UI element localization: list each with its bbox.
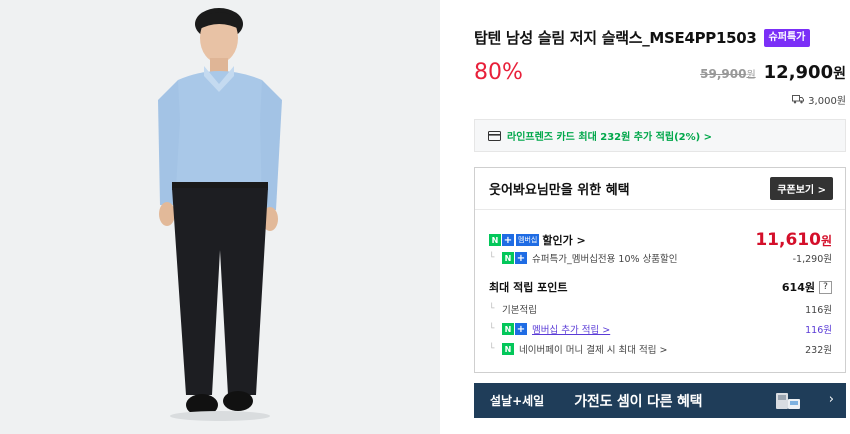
benefit-header: 웃어봐요님만을 위한 혜택 쿠폰보기 > <box>475 168 845 210</box>
banner-main-text: 가전도 셈이 다른 혜택 <box>574 393 703 410</box>
banner-arrow-icon: › <box>828 392 834 407</box>
card-promo-text: 라인프렌즈 카드 최대 232원 추가 적립(2%) > <box>507 132 713 143</box>
tree-branch-icon: └ <box>489 344 495 354</box>
tree-branch-icon: └ <box>489 324 495 334</box>
naverpay-points-row[interactable]: └ N 네이버페이 머니 결제 시 최대 적립 > 232원 <box>489 342 832 356</box>
membership-discount-label: 할인가 > <box>542 234 586 247</box>
membership-points-value: 116원 <box>805 325 832 336</box>
credit-card-icon <box>488 130 501 141</box>
naverpay-icon: N <box>502 343 514 355</box>
max-points-label: 최대 적립 포인트 <box>489 281 568 294</box>
truck-icon <box>792 95 805 104</box>
view-coupons-button[interactable]: 쿠폰보기 > <box>770 177 833 200</box>
original-price: 59,900원 <box>700 67 756 81</box>
membership-points-link[interactable]: 멤버십 추가 적립 > <box>532 322 610 336</box>
tree-branch-icon: └ <box>489 304 495 314</box>
naver-plus-icon: N + <box>489 234 516 246</box>
super-deal-badge: 슈퍼특가 <box>763 28 811 47</box>
shipping-fee: 3,000원 <box>792 92 846 107</box>
shipping-fee-value: 3,000원 <box>808 96 846 107</box>
sale-price: 12,900원 <box>763 62 846 83</box>
naver-plus-icon: N + <box>502 252 529 264</box>
product-model-illustration <box>0 0 440 434</box>
appliance-icon <box>774 391 802 415</box>
product-detail-panel: 탑텐 남성 슬림 저지 슬랙스_MSE4PP1503 슈퍼특가 80% 59,9… <box>474 0 846 434</box>
member-benefit-box: 웃어봐요님만을 위한 혜택 쿠폰보기 > N + 멤버십 할인가 > 11,610… <box>474 167 846 373</box>
price-row: 59,900원 12,900원 <box>700 62 846 83</box>
card-promo-banner[interactable]: 라인프렌즈 카드 최대 232원 추가 적립(2%) > <box>474 119 846 152</box>
basic-points-value: 116원 <box>805 305 832 316</box>
banner-sale-label: 설날+세일 <box>490 394 545 408</box>
membership-discount-price: 11,610원 <box>755 230 832 250</box>
promo-banner[interactable]: 설날+세일 가전도 셈이 다른 혜택 › <box>474 383 846 418</box>
discount-detail-label: 슈퍼특가_멤버십전용 10% 상품할인 <box>532 254 678 265</box>
basic-points-label: 기본적립 <box>502 305 537 316</box>
naver-plus-icon: N + <box>502 323 529 335</box>
naverpay-points-link[interactable]: 네이버페이 머니 결제 시 최대 적립 > <box>519 342 667 356</box>
basic-points-row: └ 기본적립 116원 <box>489 302 832 316</box>
max-points-row: 최대 적립 포인트 614원 ? <box>489 279 832 295</box>
discount-detail-row: └ N + 슈퍼특가_멤버십전용 10% 상품할인 -1,290원 <box>489 251 832 265</box>
max-points-value: 614원 <box>781 281 815 294</box>
membership-price-row[interactable]: N + 멤버십 할인가 > 11,610원 <box>489 230 832 250</box>
discount-detail-value: -1,290원 <box>792 254 832 265</box>
tree-branch-icon: └ <box>489 253 495 263</box>
membership-badge: 멤버십 <box>516 234 540 246</box>
benefit-title: 웃어봐요님만을 위한 혜택 <box>489 183 630 198</box>
product-image[interactable] <box>0 0 440 434</box>
product-title-row: 탑텐 남성 슬림 저지 슬랙스_MSE4PP1503 슈퍼특가 <box>474 27 811 48</box>
naverpay-points-value: 232원 <box>805 345 832 356</box>
product-title: 탑텐 남성 슬림 저지 슬랙스_MSE4PP1503 <box>474 29 757 47</box>
points-help-icon[interactable]: ? <box>819 280 832 294</box>
discount-rate: 80% <box>474 60 523 85</box>
membership-points-row[interactable]: └ N + 멤버십 추가 적립 > 116원 <box>489 322 832 336</box>
